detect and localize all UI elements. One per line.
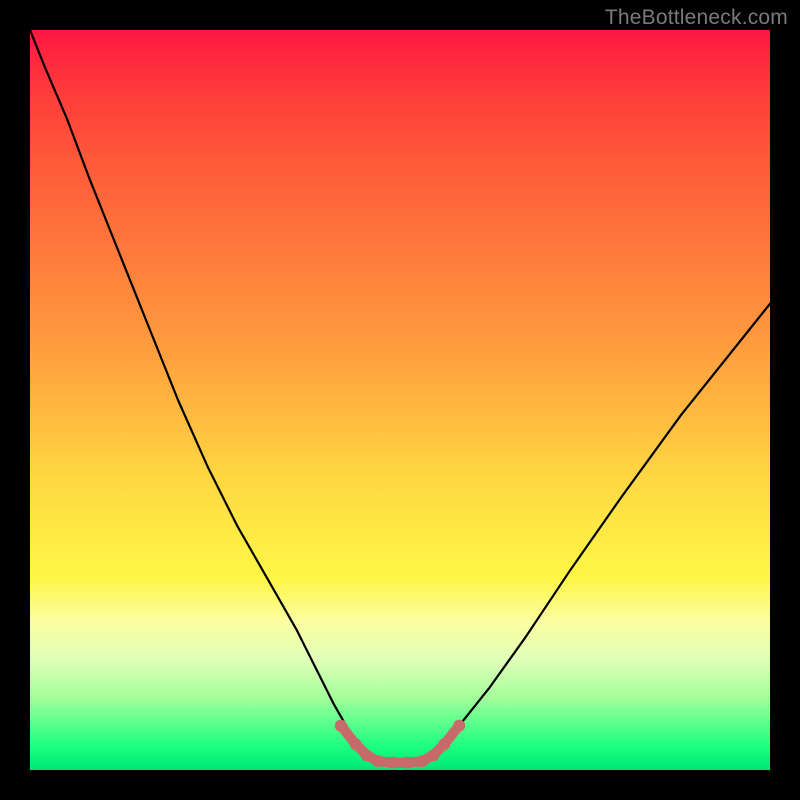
- valley-marker-dot: [335, 720, 347, 732]
- valley-marker-dot: [401, 757, 413, 769]
- valley-marker-dot: [387, 757, 399, 769]
- valley-marker-dot: [361, 749, 373, 761]
- valley-marker-dot: [427, 749, 439, 761]
- valley-marker-dot: [438, 738, 450, 750]
- watermark-text: TheBottleneck.com: [605, 6, 788, 30]
- chart-frame: TheBottleneck.com: [0, 0, 800, 800]
- valley-marker-dot: [372, 755, 384, 767]
- bottleneck-curve: [30, 30, 770, 763]
- valley-marker-dot: [453, 720, 465, 732]
- valley-marker-dot: [416, 755, 428, 767]
- plot-svg: [30, 30, 770, 770]
- valley-marker-dot: [350, 738, 362, 750]
